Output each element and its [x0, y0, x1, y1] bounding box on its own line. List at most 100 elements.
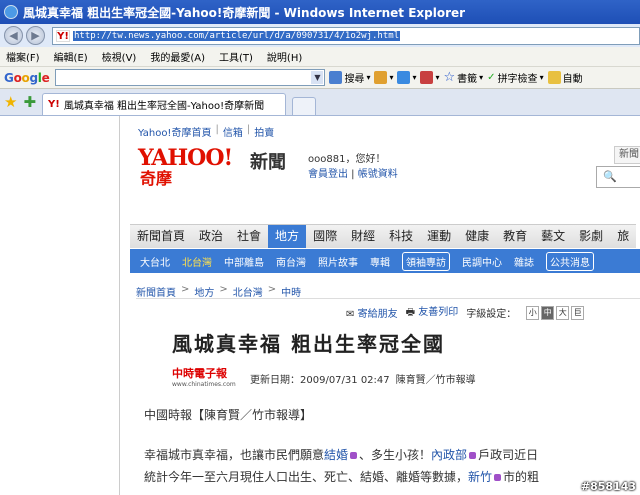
category-nav: 新聞首頁 政治 社會 地方 國際 財經 科技 運動 健康 教育 藝文 影劇 旅 — [130, 224, 637, 248]
url-field[interactable]: Y! http://tw.news.yahoo.com/article/url/… — [52, 26, 640, 45]
google-search-input[interactable]: ▼ — [55, 69, 326, 86]
subnav-item[interactable]: 照片故事 — [318, 254, 358, 269]
link-mail[interactable]: 信箱 — [223, 124, 243, 139]
print-icon: 🖶 — [405, 307, 416, 318]
toolbar-tool-3[interactable]: ▾ — [420, 71, 440, 84]
keyword-link[interactable]: 內政部 — [431, 448, 467, 462]
search-icon: 🔍 — [603, 170, 617, 183]
font-size-small[interactable]: 小 — [526, 305, 540, 320]
user-greeting: ooo881，您好！ — [308, 154, 386, 165]
yahoo-logo[interactable]: YAHOO! 奇摩 — [138, 146, 242, 192]
subnav-item-active[interactable]: 北台灣 — [182, 254, 212, 269]
category-item[interactable]: 社會 — [230, 225, 268, 248]
spellcheck-button[interactable]: ✓ 拼字檢查 ▾ — [487, 70, 543, 85]
keyword-link[interactable]: 結婚 — [324, 448, 348, 462]
menu-view[interactable]: 檢視(V) — [102, 49, 137, 64]
yahoo-news-page: Yahoo!奇摩首頁 | 信箱 | 拍賣 YAHOO! 奇摩 新聞 ooo881，您… — [128, 116, 640, 495]
plus-icon — [397, 71, 411, 84]
popup-icon — [374, 71, 388, 84]
print-friendly[interactable]: 🖶 友善列印 — [406, 303, 459, 322]
menu-bar: 檔案(F) 編輯(E) 檢視(V) 我的最愛(A) 工具(T) 說明(H) — [0, 47, 640, 67]
search-icon — [329, 71, 343, 84]
link-yahoo-home[interactable]: Yahoo!奇摩首頁 — [138, 124, 211, 139]
category-item[interactable]: 新聞首頁 — [130, 225, 192, 248]
keyword-marker-icon — [350, 452, 358, 459]
favorites-pane — [0, 116, 120, 495]
send-to-friend[interactable]: ✉ 寄給朋友 — [346, 305, 398, 320]
breadcrumb-item[interactable]: 北台灣 — [233, 284, 263, 299]
font-size-huge[interactable]: 巨 — [571, 305, 585, 320]
article-headline: 風城真幸福 粗出生率冠全國 — [172, 332, 445, 356]
font-size-medium[interactable]: 中 — [541, 305, 555, 320]
subnav-item[interactable]: 領袖專訪 — [402, 251, 450, 271]
subnav-item[interactable]: 公共消息 — [546, 251, 594, 271]
category-item[interactable]: 科技 — [382, 225, 420, 248]
category-item[interactable]: 旅 — [610, 225, 636, 248]
author: 陳育賢／竹市報導 — [395, 374, 476, 386]
article-byline: 中國時報【陳育賢／竹市報導】 — [144, 408, 313, 422]
url-text: http://tw.news.yahoo.com/article/url/d/a… — [73, 30, 401, 41]
news-search-tab[interactable]: 新聞 — [614, 146, 640, 164]
breadcrumb-item[interactable]: 中時 — [281, 284, 301, 299]
back-button[interactable]: ◀ — [4, 26, 23, 45]
subnav-item[interactable]: 南台灣 — [276, 254, 306, 269]
account-link[interactable]: 帳號資料 — [358, 169, 398, 180]
bookmarks-button[interactable]: ☆ 書籤 ▾ — [444, 70, 484, 85]
category-item[interactable]: 健康 — [458, 225, 496, 248]
new-tab-button[interactable] — [292, 97, 317, 115]
category-item-active[interactable]: 地方 — [268, 225, 307, 248]
subnav-item[interactable]: 民調中心 — [462, 254, 502, 269]
yahoo-tab-icon: Y! — [48, 99, 60, 110]
menu-favorites[interactable]: 我的最愛(A) — [150, 49, 205, 64]
add-favorite-icon[interactable]: ✚ — [23, 91, 36, 115]
update-time: 更新日期：2009/07/31 02:47 — [250, 374, 390, 386]
toolbar-tool-1[interactable]: ▾ — [374, 71, 393, 84]
breadcrumb-item[interactable]: 地方 — [194, 284, 214, 299]
paragraph-line: 統計今年一至六月現住人口出生、死亡、結婚、離婚等數據，新竹 市的粗 — [144, 470, 540, 484]
category-item[interactable]: 運動 — [420, 225, 458, 248]
font-size-large[interactable]: 大 — [556, 305, 570, 320]
forward-button[interactable]: ▶ — [26, 26, 45, 45]
check-icon: ✓ — [487, 72, 496, 83]
category-item[interactable]: 政治 — [192, 225, 230, 248]
favorites-star-icon[interactable]: ★ — [4, 91, 17, 115]
star-icon: ☆ — [443, 70, 456, 85]
logout-link[interactable]: 會員登出 — [308, 169, 348, 180]
news-search-input[interactable]: 🔍 — [596, 166, 640, 188]
article-meta: 中時電子報 www.chinatimes.com 更新日期：2009/07/31 … — [172, 368, 476, 388]
category-item[interactable]: 藝文 — [534, 225, 572, 248]
subnav-item[interactable]: 中部離島 — [224, 254, 264, 269]
subnav-item[interactable]: 大台北 — [140, 254, 170, 269]
link-auction[interactable]: 拍賣 — [254, 124, 274, 139]
subnav-item[interactable]: 雜誌 — [514, 254, 534, 269]
menu-edit[interactable]: 編輯(E) — [54, 49, 88, 64]
tab-active[interactable]: Y! 風城真幸福 粗出生率冠全國-Yahoo!奇摩新聞 — [42, 93, 287, 115]
toolbar-tool-2[interactable]: ▾ — [397, 71, 416, 84]
subnav-item[interactable]: 專輯 — [370, 254, 390, 269]
section-title: 新聞 — [250, 152, 286, 173]
site-topnav: Yahoo!奇摩首頁 | 信箱 | 拍賣 — [138, 124, 275, 139]
divider — [136, 298, 640, 299]
keyword-marker-icon — [469, 452, 477, 459]
keyword-link[interactable]: 新竹 — [468, 470, 492, 484]
category-item[interactable]: 國際 — [306, 225, 344, 248]
yahoo-favicon-icon: Y! — [56, 29, 70, 42]
page-content: Yahoo!奇摩首頁 | 信箱 | 拍賣 YAHOO! 奇摩 新聞 ooo881，您… — [0, 116, 640, 495]
menu-help[interactable]: 說明(H) — [267, 49, 302, 64]
chinatimes-logo[interactable]: 中時電子報 www.chinatimes.com — [172, 368, 244, 388]
window-title: 風城真幸福 粗出生率冠全國-Yahoo!奇摩新聞 - Windows Inter… — [23, 5, 466, 20]
category-item[interactable]: 影劇 — [572, 225, 610, 248]
autofill-button[interactable]: 自動 — [547, 70, 583, 85]
breadcrumb-item[interactable]: 新聞首頁 — [136, 284, 176, 299]
keyword-marker-icon — [494, 474, 502, 481]
google-search-button[interactable]: 搜尋 ▾ — [329, 70, 370, 85]
menu-file[interactable]: 檔案(F) — [6, 49, 40, 64]
browser-window: 風城真幸福 粗出生率冠全國-Yahoo!奇摩新聞 - Windows Inter… — [0, 0, 640, 495]
mail-icon: ✉ — [346, 309, 355, 320]
region-subnav: 大台北 北台灣 中部離島 南台灣 照片故事 專輯 領袖專訪 民調中心 雜誌 公共… — [130, 249, 640, 273]
chevron-down-icon[interactable]: ▼ — [311, 71, 324, 84]
menu-tools[interactable]: 工具(T) — [219, 49, 253, 64]
article-body: 幸福城市真幸福，也讓市民們願意結婚 、多生小孩！內政部 戶政司近日 統計今年一至六月… — [144, 444, 624, 488]
category-item[interactable]: 財經 — [344, 225, 382, 248]
category-item[interactable]: 教育 — [496, 225, 534, 248]
